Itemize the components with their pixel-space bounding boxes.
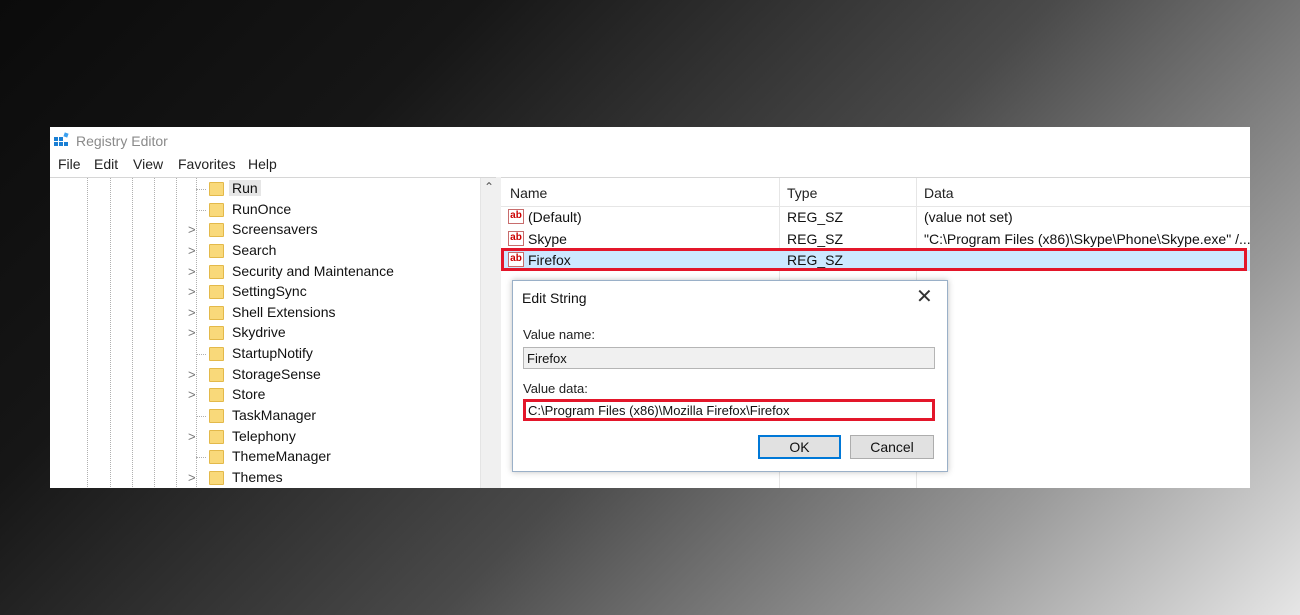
folder-icon [209, 265, 224, 279]
value-name: Skype [528, 231, 567, 247]
edit-string-dialog: Edit String ✕ Value name: Value data: OK… [512, 280, 948, 472]
tree-item-run[interactable]: Run [50, 179, 480, 199]
menu-view[interactable]: View [133, 156, 163, 172]
cancel-button[interactable]: Cancel [850, 435, 934, 459]
tree-item-label: SettingSync [232, 283, 307, 299]
firefox-row-highlight [501, 248, 1247, 271]
chevron-right-icon[interactable]: > [188, 429, 196, 444]
value-type: REG_SZ [787, 231, 844, 247]
menu-favorites[interactable]: Favorites [178, 156, 236, 172]
tree-item-label: Store [232, 386, 266, 402]
value-name-label: Value name: [523, 327, 596, 342]
tree-item-label: Screensavers [232, 221, 318, 237]
registry-editor-window: Registry Editor File Edit View Favorites… [50, 127, 1250, 488]
folder-icon [209, 409, 224, 423]
column-header-data[interactable]: Data [924, 185, 954, 201]
tree-connector [196, 210, 206, 211]
key-tree-pane[interactable]: Run RunOnce > Screensavers > Search > Se… [50, 177, 497, 488]
value-data-field[interactable] [523, 399, 935, 421]
tree-item-label: ThemeManager [232, 448, 331, 464]
folder-icon [209, 203, 224, 217]
tree-item-runonce[interactable]: RunOnce [50, 200, 480, 220]
tree-scrollbar[interactable]: ⌃ [480, 178, 496, 488]
folder-icon [209, 430, 224, 444]
tree-item-label: TaskManager [232, 407, 317, 423]
tree-item-thememanager[interactable]: ThemeManager [50, 447, 480, 467]
column-header-type[interactable]: Type [787, 185, 817, 201]
tree-item-taskmanager[interactable]: TaskManager [50, 406, 480, 426]
value-row-default[interactable]: ab (Default) REG_SZ (value not set) [501, 207, 1250, 228]
tree-item-search[interactable]: > Search [50, 241, 480, 261]
chevron-right-icon[interactable]: > [188, 387, 196, 402]
folder-icon [209, 326, 224, 340]
title-bar: Registry Editor [50, 127, 1250, 154]
menu-file[interactable]: File [58, 156, 81, 172]
tree-connector [196, 457, 206, 458]
tree-item-storagesense[interactable]: > StorageSense [50, 365, 480, 385]
value-data-label: Value data: [523, 381, 588, 396]
value-data: "C:\Program Files (x86)\Skype\Phone\Skyp… [924, 231, 1250, 247]
value-data: (value not set) [924, 209, 1013, 225]
tree-item-startupnotify[interactable]: StartupNotify [50, 344, 480, 364]
tree-item-security-and-maintenance[interactable]: > Security and Maintenance [50, 262, 480, 282]
ok-button[interactable]: OK [758, 435, 841, 459]
tree-item-label: Telephony [232, 428, 296, 444]
tree-connector [196, 354, 206, 355]
tree-item-label: StorageSense [232, 366, 321, 382]
chevron-up-icon[interactable]: ⌃ [484, 180, 494, 194]
chevron-right-icon[interactable]: > [188, 284, 196, 299]
folder-icon [209, 223, 224, 237]
value-name-field[interactable] [523, 347, 935, 369]
tree-item-label: StartupNotify [232, 345, 313, 361]
close-icon[interactable]: ✕ [916, 284, 933, 309]
tree-connector [196, 416, 206, 417]
value-type: REG_SZ [787, 209, 844, 225]
chevron-right-icon[interactable]: > [188, 367, 196, 382]
tree-item-telephony[interactable]: > Telephony [50, 427, 480, 447]
tree-connector [196, 189, 206, 190]
menu-help[interactable]: Help [248, 156, 277, 172]
tree-item-settingsync[interactable]: > SettingSync [50, 282, 480, 302]
folder-icon [209, 285, 224, 299]
chevron-right-icon[interactable]: > [188, 325, 196, 340]
tree-item-label: Themes [232, 469, 283, 485]
tree-item-label: Skydrive [232, 324, 286, 340]
value-row-skype[interactable]: ab Skype REG_SZ "C:\Program Files (x86)\… [501, 229, 1250, 250]
tree-item-themes[interactable]: > Themes [50, 468, 480, 488]
folder-icon [209, 347, 224, 361]
value-name: (Default) [528, 209, 582, 225]
tree-item-skydrive[interactable]: > Skydrive [50, 323, 480, 343]
list-header: Name Type Data [501, 178, 1250, 207]
tree-item-label: Shell Extensions [232, 304, 336, 320]
tree-item-label: Run [229, 180, 261, 196]
folder-icon [209, 306, 224, 320]
tree-item-store[interactable]: > Store [50, 385, 480, 405]
folder-icon [209, 244, 224, 258]
dialog-title: Edit String [522, 290, 587, 306]
tree-item-screensavers[interactable]: > Screensavers [50, 220, 480, 240]
folder-icon [209, 368, 224, 382]
chevron-right-icon[interactable]: > [188, 264, 196, 279]
chevron-right-icon[interactable]: > [188, 305, 196, 320]
chevron-right-icon[interactable]: > [188, 243, 196, 258]
tree-item-label: Search [232, 242, 277, 258]
registry-editor-icon [54, 132, 69, 146]
menu-edit[interactable]: Edit [94, 156, 118, 172]
tree-item-label: Security and Maintenance [232, 263, 394, 279]
chevron-right-icon[interactable]: > [188, 470, 196, 485]
folder-icon [209, 182, 224, 196]
chevron-right-icon[interactable]: > [188, 222, 196, 237]
tree-item-label: RunOnce [232, 201, 292, 217]
folder-icon [209, 471, 224, 485]
tree-item-shell-extensions[interactable]: > Shell Extensions [50, 303, 480, 323]
column-header-name[interactable]: Name [510, 185, 547, 201]
folder-icon [209, 450, 224, 464]
folder-icon [209, 388, 224, 402]
window-title: Registry Editor [76, 133, 168, 149]
string-value-icon: ab [508, 209, 524, 224]
menu-bar: File Edit View Favorites Help [50, 154, 1250, 176]
string-value-icon: ab [508, 231, 524, 246]
